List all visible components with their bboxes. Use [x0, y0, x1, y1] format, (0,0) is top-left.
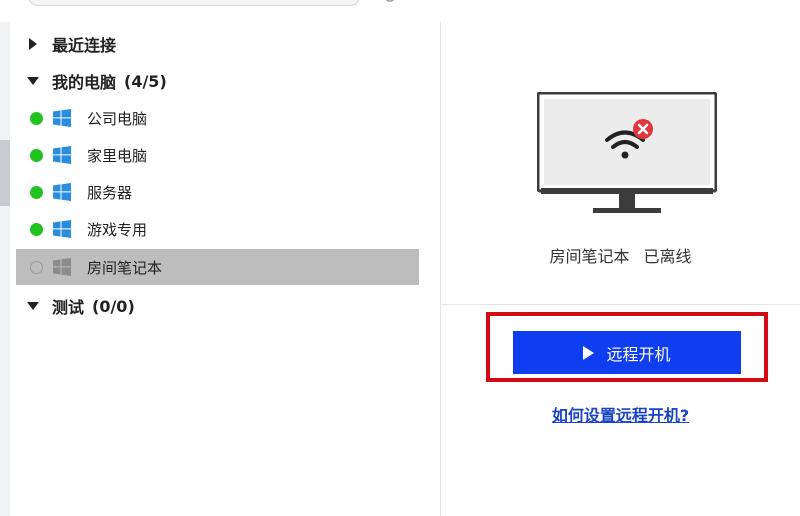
caret-right-icon [26, 38, 40, 50]
search-icon[interactable] [384, 0, 398, 4]
windows-icon [53, 146, 71, 164]
play-icon [583, 345, 595, 360]
online-status-dot [30, 222, 43, 236]
scrollbar-thumb[interactable] [0, 140, 10, 206]
search-input[interactable] [28, 0, 360, 6]
device-name: 家里电脑 [87, 146, 148, 165]
offline-status-dot [30, 260, 43, 274]
device-name: 房间笔记本 [87, 258, 163, 277]
group-recent[interactable]: 最近连接 [26, 29, 116, 59]
monitor-icon [537, 92, 717, 213]
device-row-home[interactable]: 家里电脑 [16, 137, 419, 173]
device-name: 游戏专用 [87, 220, 148, 239]
device-row-laptop[interactable]: 房间笔记本 [16, 249, 419, 285]
group-count: (0/0) [92, 296, 135, 316]
online-status-dot [30, 185, 43, 199]
divider [441, 304, 800, 305]
online-status-dot [30, 148, 43, 162]
caret-down-icon [26, 77, 40, 85]
device-status: 房间笔记本 已离线 [441, 243, 800, 267]
windows-icon [53, 258, 71, 276]
windows-icon [53, 183, 71, 201]
group-test[interactable]: 测试 (0/0) [26, 291, 135, 321]
windows-icon [53, 109, 71, 127]
group-label: 测试 [52, 298, 85, 317]
device-name: 公司电脑 [87, 109, 148, 128]
device-row-gaming[interactable]: 游戏专用 [16, 211, 419, 247]
remote-wake-label: 远程开机 [606, 344, 671, 364]
scrollbar-track[interactable] [0, 22, 10, 516]
group-count: (4/5) [124, 71, 167, 91]
remote-wake-help-link[interactable]: 如何设置远程开机? [441, 402, 800, 426]
detail-status-text: 已离线 [643, 247, 692, 266]
group-label: 最近连接 [52, 36, 117, 55]
device-row-server[interactable]: 服务器 [16, 174, 419, 210]
caret-down-icon [26, 302, 40, 310]
windows-icon [53, 220, 71, 238]
device-name: 服务器 [87, 183, 133, 202]
group-my-computers[interactable]: 我的电脑 (4/5) [26, 66, 167, 96]
detail-device-name: 房间笔记本 [549, 247, 630, 266]
online-status-dot [30, 111, 43, 125]
group-label: 我的电脑 [52, 73, 117, 92]
remote-wake-button[interactable]: 远程开机 [513, 331, 741, 374]
top-bar [0, 0, 800, 22]
device-row-company[interactable]: 公司电脑 [16, 100, 419, 136]
